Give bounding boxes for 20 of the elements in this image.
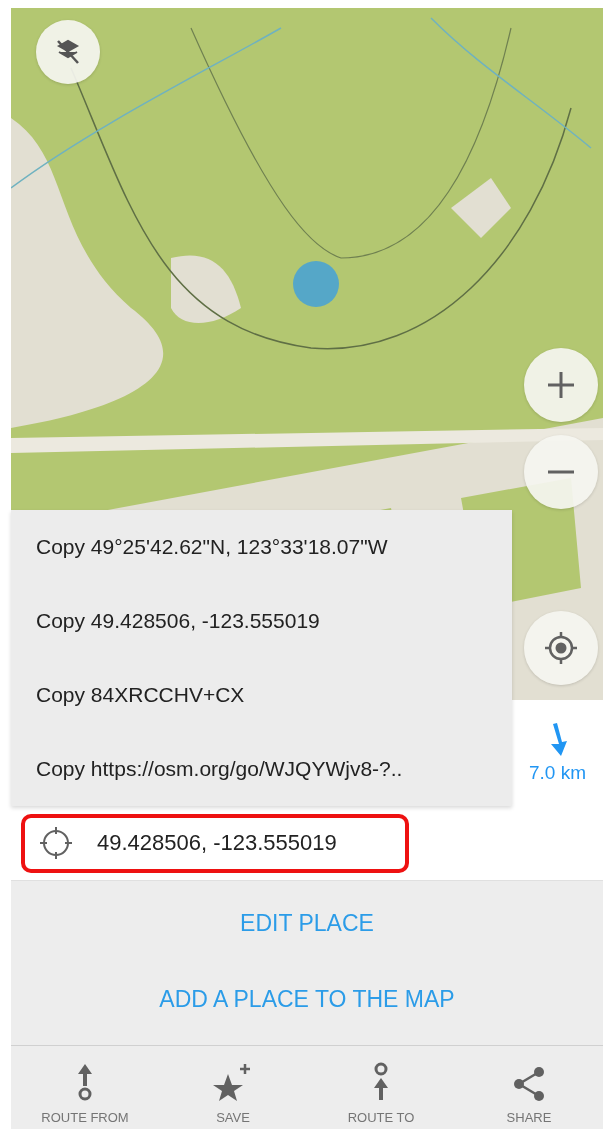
menu-item[interactable]: Copy 84XRCCHV+CX — [11, 683, 512, 707]
distance-text: 7.0 km — [529, 762, 586, 784]
toolbar-button[interactable]: SAVE — [159, 1046, 307, 1129]
share-icon — [512, 1066, 546, 1102]
coordinates-field[interactable]: 49.428506, -123.555019 — [21, 813, 409, 873]
minus-icon — [545, 469, 577, 475]
plus-icon — [545, 369, 577, 401]
menu-item[interactable]: Copy 49°25'42.62"N, 123°33'18.07"W — [11, 535, 512, 559]
toolbar-button[interactable]: ROUTE FROM — [11, 1046, 159, 1129]
toolbar-button[interactable]: ROUTE TO — [307, 1046, 455, 1129]
action-link[interactable]: ADD A PLACE TO THE MAP — [149, 979, 465, 1019]
route-to-icon — [371, 1062, 391, 1102]
menu-item[interactable]: Copy 49.428506, -123.555019 — [11, 609, 512, 633]
location-target-icon — [544, 631, 578, 665]
menu-item[interactable]: Copy https://osm.org/go/WJQYWjv8-?.. — [11, 757, 512, 781]
crosshair-icon — [39, 826, 73, 860]
star-plus-icon — [213, 1062, 253, 1102]
action-link[interactable]: EDIT PLACE — [230, 903, 384, 943]
toolbar-button[interactable]: SHARE — [455, 1046, 603, 1129]
route-from-icon — [75, 1062, 95, 1102]
